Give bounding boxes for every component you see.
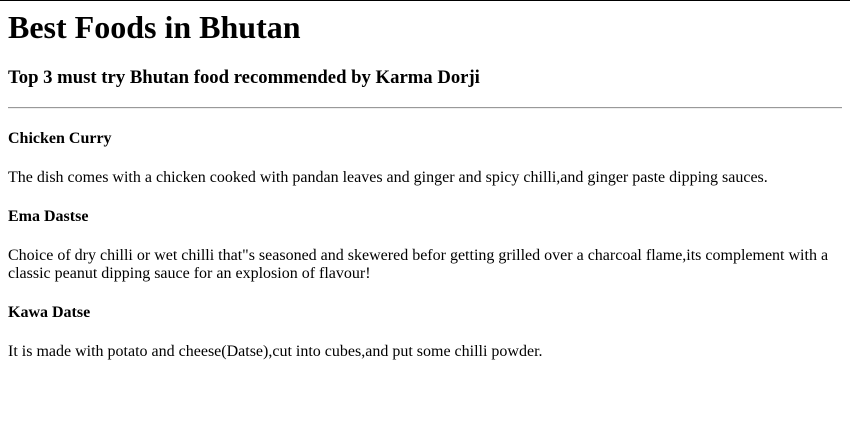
food-name: Kawa Datse	[8, 304, 91, 321]
divider	[8, 107, 842, 109]
food-name: Chicken Curry	[8, 130, 112, 147]
food-name: Ema Dastse	[8, 208, 89, 225]
food-description: The dish comes with a chicken cooked wit…	[8, 169, 768, 186]
food-description: Choice of dry chilli or wet chilli that"…	[8, 247, 829, 282]
page-title: Best Foods in Bhutan	[8, 9, 301, 45]
food-item: Ema Dastse Choice of dry chilli or wet c…	[8, 208, 842, 283]
food-item: Chicken Curry The dish comes with a chic…	[8, 130, 842, 187]
food-item: Kawa Datse It is made with potato and ch…	[8, 304, 842, 361]
food-description: It is made with potato and cheese(Datse)…	[8, 343, 543, 360]
page-subtitle: Top 3 must try Bhutan food recommended b…	[8, 67, 480, 88]
